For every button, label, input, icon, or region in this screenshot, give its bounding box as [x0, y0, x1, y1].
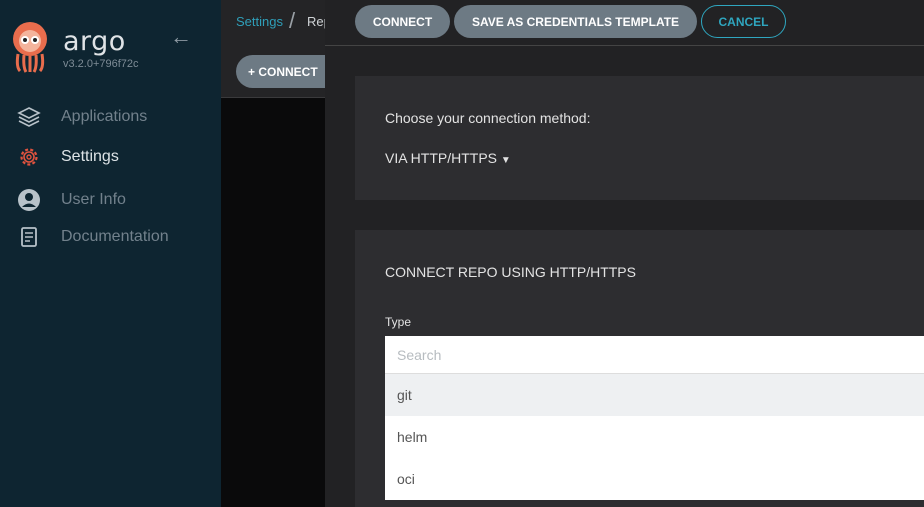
collapse-sidebar-icon[interactable]: ←	[170, 24, 192, 50]
sidebar-item-label: Settings	[61, 148, 119, 165]
type-option-oci[interactable]: oci	[385, 458, 924, 500]
connect-repo-panel: CONNECT SAVE AS CREDENTIALS TEMPLATE CAN…	[325, 0, 924, 507]
app-name: argo	[63, 26, 126, 57]
cancel-button[interactable]: CANCEL	[701, 5, 786, 38]
sidebar-item-applications[interactable]: Applications	[16, 104, 147, 130]
connection-method-dropdown[interactable]: VIA HTTP/HTTPS ▼	[385, 150, 511, 166]
panel-toolbar: CONNECT SAVE AS CREDENTIALS TEMPLATE CAN…	[325, 0, 924, 46]
page-content-overlay	[221, 98, 325, 507]
sidebar-item-documentation[interactable]: Documentation	[16, 224, 169, 250]
breadcrumb-separator: /	[289, 8, 296, 33]
layers-icon	[16, 104, 42, 130]
connection-method-value: VIA HTTP/HTTPS	[385, 150, 498, 166]
type-dropdown: git helm oci	[385, 336, 924, 500]
book-icon	[16, 224, 42, 250]
connection-method-card: Choose your connection method: VIA HTTP/…	[355, 76, 924, 200]
card-title: CONNECT REPO USING HTTP/HTTPS	[385, 264, 636, 280]
sidebar-item-label: Applications	[61, 108, 148, 125]
type-option-git[interactable]: git	[385, 374, 924, 416]
gear-icon	[16, 144, 42, 170]
breadcrumb-settings-link[interactable]: Settings	[236, 14, 283, 29]
sidebar-item-label: Documentation	[61, 228, 169, 245]
app-version: v3.2.0+796f72c	[63, 58, 139, 70]
sidebar-item-label: User Info	[61, 191, 126, 208]
sidebar-item-user-info[interactable]: User Info	[16, 187, 126, 213]
sidebar-item-settings[interactable]: Settings	[16, 144, 119, 170]
sidebar: argo v3.2.0+796f72c ← Applications Setti…	[0, 0, 221, 507]
connect-button[interactable]: CONNECT	[355, 5, 450, 38]
caret-down-icon: ▼	[500, 155, 511, 166]
type-option-helm[interactable]: helm	[385, 416, 924, 458]
type-search-input[interactable]	[385, 336, 924, 374]
user-icon	[16, 187, 42, 213]
connection-method-prompt: Choose your connection method:	[385, 110, 591, 126]
type-label: Type	[385, 315, 412, 329]
argo-logo	[13, 22, 47, 73]
save-credentials-template-button[interactable]: SAVE AS CREDENTIALS TEMPLATE	[454, 5, 697, 38]
connect-repo-card: CONNECT REPO USING HTTP/HTTPS Type git h…	[355, 230, 924, 507]
